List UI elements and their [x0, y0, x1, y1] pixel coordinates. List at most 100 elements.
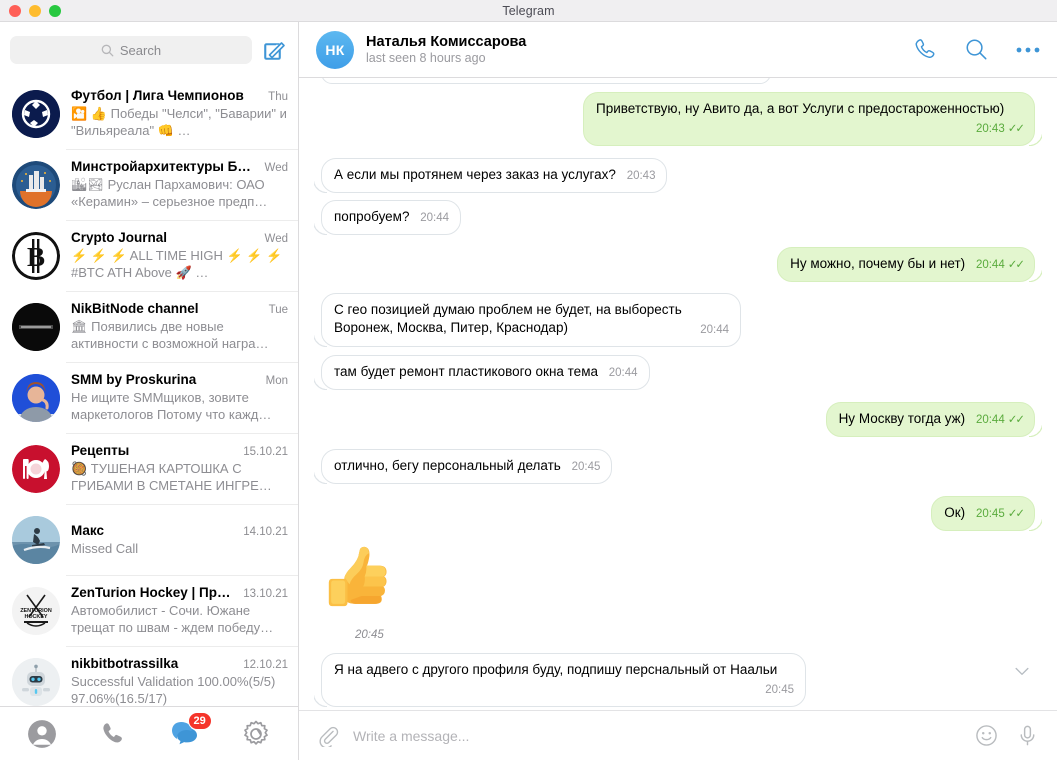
message-bubble-partial[interactable] [321, 78, 771, 84]
telegram-window: Telegram Search Футбол | Лига Чемпионов … [0, 0, 1057, 760]
read-ticks-icon: ✓✓ [1007, 259, 1025, 271]
chat-preview: 🏙🏞 Руслан Пархамович: ОАО «Керамин» – се… [71, 177, 268, 209]
nav-settings-button[interactable] [239, 717, 273, 751]
chat-preview: Missed Call [71, 540, 139, 556]
message-bubble[interactable]: Ну Москву тогда уж) 20:44 ✓✓ [825, 402, 1043, 437]
list-item[interactable]: B Crypto Journal Wed ⚡️ ⚡️ ⚡️ ALL TIME H… [0, 220, 298, 291]
list-item[interactable]: Минстройархитектуры Б… Wed 🏙🏞 Руслан Пар… [0, 149, 298, 220]
voice-record-button[interactable] [1016, 724, 1039, 747]
message-row: отлично, бегу персональный делать 20:45 [313, 449, 1035, 484]
message-bubble[interactable]: С гео позицией думаю проблем не будет, н… [314, 293, 741, 347]
message-time: 20:45 [975, 508, 1005, 520]
message-meta: 20:45 [572, 458, 601, 476]
phone-icon [915, 39, 935, 58]
call-button[interactable] [913, 37, 938, 62]
composer-actions [975, 724, 1039, 747]
sticker-message[interactable]: 20:45 [321, 543, 399, 641]
list-item[interactable]: NikBitNode channel Tue 🏛 Появились две н… [0, 291, 298, 362]
thumbs-up-sticker-icon [328, 546, 387, 607]
list-item[interactable]: Макс 14.10.21 Missed Call [0, 504, 298, 575]
chat-date: Wed [264, 162, 288, 174]
message-meta: 20:44 [700, 321, 729, 339]
message-row: Ну Москву тогда уж) 20:44 ✓✓ [321, 402, 1043, 437]
chat-list[interactable]: Футбол | Лига Чемпионов Thu 🎦 👍 Победы "… [0, 78, 298, 706]
search-in-chat-button[interactable] [964, 37, 989, 62]
chat-date: Wed [264, 233, 288, 245]
message-text: там будет ремонт пластикового окна тема [334, 364, 598, 379]
chat-header: НК Наталья Комиссарова last seen 8 hours… [299, 22, 1057, 78]
list-item[interactable]: SMM by Proskurina Mon Не ищите SMMщиков,… [0, 362, 298, 433]
message-text: Ну Москву тогда уж) [838, 411, 966, 426]
message-input[interactable] [353, 727, 961, 744]
list-item-body: Футбол | Лига Чемпионов Thu 🎦 👍 Победы "… [71, 88, 288, 139]
message-bubble[interactable]: Ну можно, почему бы и нет) 20:44 ✓✓ [777, 247, 1042, 282]
avatar: ZENTURION HOCKEY [12, 586, 60, 635]
avatar [12, 89, 60, 138]
chat-preview: 🏛 Появились две новые активности с возмо… [71, 319, 269, 351]
more-options-button[interactable] [1015, 45, 1041, 55]
compose-button[interactable] [262, 38, 286, 62]
chat-title: Минстройархитектуры Б… [71, 159, 251, 174]
message-text: С гео позицией думаю проблем не будет, н… [334, 302, 682, 335]
chat-date: 15.10.21 [243, 446, 288, 458]
list-item[interactable]: ZENTURION HOCKEY ZenTurion Hockey | Пр… … [0, 575, 298, 646]
chat-title: NikBitNode channel [71, 301, 199, 316]
sidebar-toolbar: Search [0, 22, 298, 78]
chat-date: 14.10.21 [243, 525, 288, 538]
message-time: 20:44 [975, 414, 1005, 426]
paperclip-icon [319, 726, 339, 748]
avatar [12, 444, 60, 493]
chat-avatar[interactable]: НК [316, 30, 354, 69]
scroll-to-bottom-button[interactable] [1005, 654, 1039, 688]
list-item-body: NikBitNode channel Tue 🏛 Появились две н… [71, 301, 288, 352]
read-ticks-icon: ✓✓ [1007, 414, 1025, 426]
message-text: Я на адвего с другого профиля буду, подп… [334, 662, 778, 677]
list-item-body: Рецепты 15.10.21 🥘 ТУШЕНАЯ КАРТОШКА С ГР… [71, 443, 288, 494]
list-item[interactable]: Рецепты 15.10.21 🥘 ТУШЕНАЯ КАРТОШКА С ГР… [0, 433, 298, 504]
chat-title: SMM by Proskurina [71, 372, 197, 387]
message-bubble[interactable]: Я на адвего с другого профиля буду, подп… [314, 653, 806, 707]
message-row: Приветствую, ну Авито да, а вот Услуги с… [321, 92, 1042, 146]
search-icon [966, 39, 987, 60]
message-row: С гео позицией думаю проблем не будет, н… [314, 293, 1035, 347]
message-bubble[interactable]: Приветствую, ну Авито да, а вот Услуги с… [583, 92, 1042, 146]
window-body: Search Футбол | Лига Чемпионов Thu 🎦 👍 П… [0, 22, 1057, 760]
nav-contacts-button[interactable] [25, 717, 59, 751]
emoji-button[interactable] [975, 724, 998, 747]
nav-chats-button[interactable]: 29 [168, 711, 212, 751]
message-list[interactable]: Приветствую, ну Авито да, а вот Услуги с… [299, 78, 1057, 710]
message-bubble[interactable]: там будет ремонт пластикового окна тема … [314, 355, 650, 390]
chevron-down-icon [1015, 667, 1029, 675]
chat-date: 13.10.21 [243, 588, 288, 600]
chat-title: ZenTurion Hockey | Пр… [71, 585, 231, 600]
message-bubble[interactable]: попробуем? 20:44 [313, 200, 462, 235]
search-input[interactable]: Search [10, 36, 252, 64]
message-bubble[interactable]: А если мы протянем через заказ на услуга… [313, 158, 668, 193]
message-meta: 20:44 ✓✓ [975, 411, 1025, 429]
bottom-navigation: 29 [0, 706, 298, 760]
chat-title: nikbitbotrassilka [71, 656, 179, 671]
message-text: А если мы протянем через заказ на услуга… [334, 167, 616, 182]
chat-preview: Автомобилист - Сочи. Южане трещат по шва… [71, 603, 274, 635]
list-item[interactable]: Футбол | Лига Чемпионов Thu 🎦 👍 Победы "… [0, 78, 298, 149]
svg-text:HOCKEY: HOCKEY [24, 614, 47, 620]
chat-title: Макс [71, 522, 105, 538]
message-meta: 20:44 [420, 209, 449, 227]
message-bubble[interactable]: Ок) 20:45 ✓✓ [931, 496, 1042, 531]
chat-title: Наталья Комиссарова [366, 34, 527, 50]
avatar: B [12, 231, 60, 280]
chat-preview: ⚡️ ⚡️ ⚡️ ALL TIME HIGH ⚡️ ⚡️ ⚡️ #BTC ATH… [71, 248, 283, 280]
chat-title: Футбол | Лига Чемпионов [71, 88, 244, 103]
chat-title: Рецепты [71, 443, 130, 458]
message-time: 20:44 [420, 212, 450, 224]
list-item-body: ZenTurion Hockey | Пр… 13.10.21 Автомоби… [71, 585, 288, 636]
message-bubble[interactable]: отлично, бегу персональный делать 20:45 [313, 449, 613, 484]
list-item[interactable]: nikbitbotrassilka 12.10.21 Successful Va… [0, 646, 298, 706]
message-row: А если мы протянем через заказ на услуга… [313, 158, 1035, 193]
attach-button[interactable] [317, 725, 339, 748]
maks-photo-icon [12, 515, 60, 564]
message-time: 20:43 [975, 123, 1005, 135]
message-time: 20:45 [765, 684, 794, 696]
message-time: 20:44 [700, 324, 729, 336]
nav-calls-button[interactable] [96, 717, 130, 751]
